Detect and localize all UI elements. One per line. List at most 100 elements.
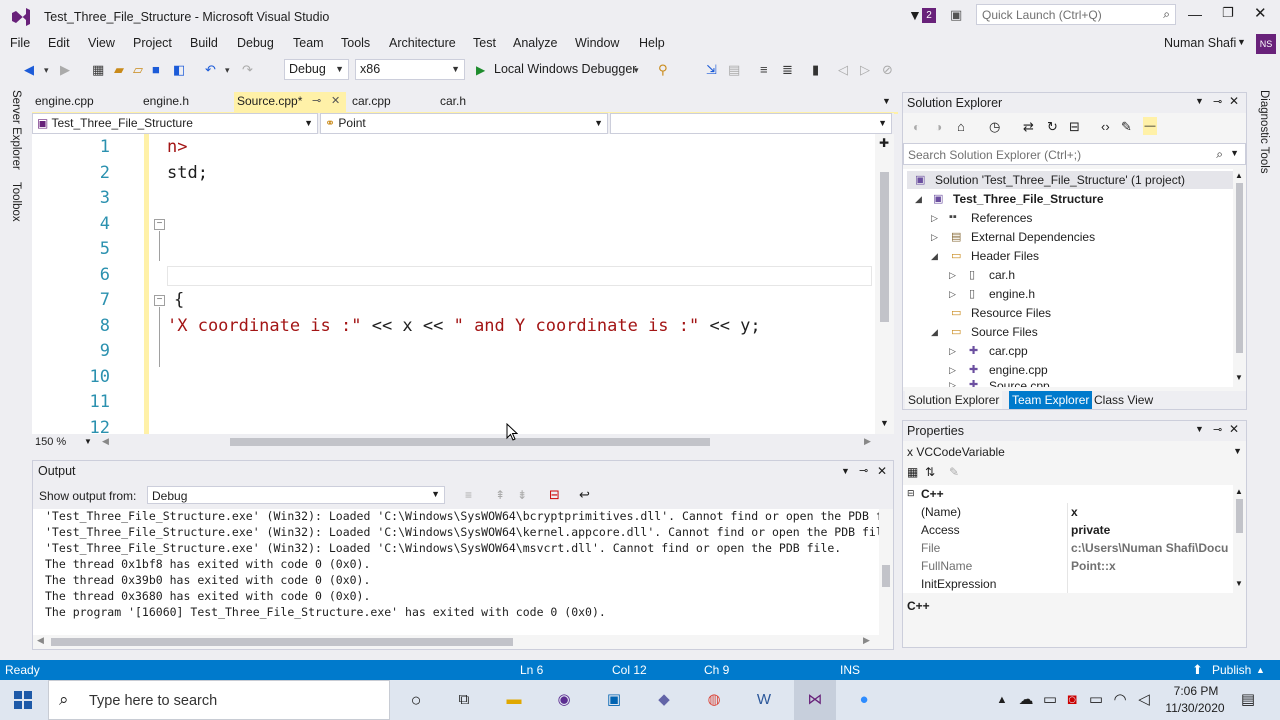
menu-help[interactable]: Help: [639, 36, 665, 50]
tree-engine-h[interactable]: engine.h: [989, 287, 1035, 301]
wifi-icon[interactable]: ◠: [1108, 688, 1132, 712]
home-icon[interactable]: ⌂: [957, 119, 965, 134]
network-tray-icon[interactable]: ▭: [1038, 688, 1062, 712]
menu-file[interactable]: File: [10, 36, 30, 50]
user-name[interactable]: Numan Shafi: [1164, 36, 1236, 50]
prev-bookmark-icon[interactable]: ◁: [838, 62, 848, 78]
windows-start-icon[interactable]: [14, 691, 32, 709]
project-scope-select[interactable]: ▣ Test_Three_File_Structure ▼: [32, 113, 318, 134]
output-text-area[interactable]: 'Test_Three_File_Structure.exe' (Win32):…: [33, 509, 879, 635]
back-icon[interactable]: ◐: [913, 120, 920, 134]
next-message-icon[interactable]: ⇟: [517, 488, 527, 502]
teams-icon[interactable]: ◆: [652, 688, 676, 712]
chevron-down-icon[interactable]: ▼: [1230, 148, 1239, 158]
step-icon[interactable]: ⇲: [706, 62, 717, 78]
publish-button[interactable]: Publish: [1212, 660, 1251, 680]
pane-menu-icon[interactable]: ▼: [1195, 424, 1204, 434]
property-value[interactable]: private: [1071, 523, 1110, 537]
solution-search-input[interactable]: Search Solution Explorer (Ctrl+;) ⌕ ▼: [903, 143, 1246, 165]
collapse-icon[interactable]: −: [154, 295, 165, 306]
clear-bookmarks-icon[interactable]: ⊘: [882, 62, 893, 78]
battery-icon[interactable]: ▭: [1084, 688, 1108, 712]
forward-icon[interactable]: ◑: [935, 120, 942, 134]
word-icon[interactable]: W: [752, 688, 776, 712]
indent-icon[interactable]: ≡: [760, 62, 768, 78]
menu-debug[interactable]: Debug: [237, 36, 274, 50]
scroll-thumb[interactable]: [51, 638, 513, 646]
close-icon[interactable]: ✕: [877, 461, 887, 481]
chevron-up-icon[interactable]: ▲: [1256, 660, 1265, 680]
refresh-icon[interactable]: ↻: [1047, 119, 1058, 135]
eclipse-icon[interactable]: ◉: [552, 688, 576, 712]
tab-engine-cpp[interactable]: engine.cpp: [32, 92, 97, 112]
property-value[interactable]: x: [1071, 505, 1078, 519]
pin-icon[interactable]: ⊸: [1213, 95, 1222, 108]
sync-icon[interactable]: ⇄: [1023, 119, 1034, 135]
properties-icon[interactable]: ✎: [1121, 119, 1132, 135]
scroll-down-icon[interactable]: ▼: [880, 418, 889, 428]
new-project-icon[interactable]: ▦: [92, 62, 104, 78]
save-icon[interactable]: ■: [152, 62, 160, 78]
word-wrap-icon[interactable]: ↩: [579, 487, 590, 503]
property-value[interactable]: Point::x: [1071, 559, 1116, 573]
tree-header-files[interactable]: Header Files: [971, 249, 1039, 263]
feedback-icon[interactable]: ▣: [950, 7, 962, 23]
toolbox-tab[interactable]: Toolbox: [10, 182, 22, 222]
tab-overflow-icon[interactable]: ▼: [882, 96, 891, 106]
tree-car-h[interactable]: car.h: [989, 268, 1015, 282]
property-pages-icon[interactable]: ✎: [949, 465, 959, 479]
start-debugging-icon[interactable]: ▶: [476, 62, 485, 78]
output-vertical-scrollbar[interactable]: [879, 509, 893, 635]
properties-object-select[interactable]: x VCCodeVariable ▼: [903, 443, 1246, 461]
split-icon[interactable]: ✚: [879, 136, 889, 150]
preview-toggle-icon[interactable]: —: [1143, 117, 1157, 135]
find-in-files-icon[interactable]: ⚲: [658, 62, 668, 78]
collapsed-icon[interactable]: ▷: [949, 346, 956, 357]
properties-scrollbar[interactable]: ▲ ▼: [1233, 485, 1246, 593]
pane-menu-icon[interactable]: ▼: [841, 461, 850, 481]
show-hidden-icons[interactable]: ▲: [990, 688, 1014, 712]
tab-source-cpp[interactable]: Source.cpp* ⊸ ✕: [234, 92, 346, 112]
bookmark-icon[interactable]: ▮: [812, 62, 819, 78]
start-debugger-button[interactable]: Local Windows Debugger: [494, 62, 636, 76]
pane-menu-icon[interactable]: ▼: [1195, 96, 1204, 106]
tab-class-view[interactable]: Class View: [1091, 391, 1156, 409]
tab-team-explorer[interactable]: Team Explorer: [1009, 391, 1093, 409]
scroll-up-icon[interactable]: ▲: [1235, 171, 1243, 180]
next-bookmark-icon[interactable]: ▷: [860, 62, 870, 78]
scroll-left-icon[interactable]: ◀: [37, 635, 44, 646]
pin-icon[interactable]: ⊸: [312, 92, 321, 111]
diagnostic-tools-tab[interactable]: Diagnostic Tools: [1258, 90, 1270, 174]
collapsed-icon[interactable]: ▷: [949, 380, 956, 387]
collapse-all-icon[interactable]: ⊟: [1069, 119, 1080, 135]
undo-icon[interactable]: ↶: [205, 62, 216, 78]
pin-icon[interactable]: ⊸: [1213, 423, 1222, 436]
server-explorer-tab[interactable]: Server Explorer: [10, 90, 22, 170]
type-scope-select[interactable]: ⚭ Point ▼: [320, 113, 608, 134]
tree-source-cpp[interactable]: Source.cpp: [989, 379, 1050, 387]
avatar[interactable]: NS: [1256, 34, 1276, 54]
show-all-files-icon[interactable]: ‹›: [1101, 119, 1110, 134]
collapse-icon[interactable]: −: [154, 219, 165, 230]
tab-car-cpp[interactable]: car.cpp: [349, 92, 394, 112]
scroll-thumb[interactable]: [882, 565, 890, 587]
expanded-icon[interactable]: ◢: [915, 194, 922, 205]
onedrive-icon[interactable]: ☁: [1014, 688, 1038, 712]
quick-launch-input[interactable]: Quick Launch (Ctrl+Q) ⌕: [976, 4, 1176, 25]
menu-tools[interactable]: Tools: [341, 36, 370, 50]
publish-icon[interactable]: ⬆: [1192, 660, 1203, 680]
taskbar-search-box[interactable]: ⌕ Type here to search: [48, 680, 390, 720]
output-source-select[interactable]: Debug ▼: [147, 486, 445, 504]
menu-build[interactable]: Build: [190, 36, 218, 50]
filter-icon[interactable]: ▼: [908, 7, 922, 23]
pin-icon[interactable]: ⊸: [859, 461, 868, 481]
expanded-icon[interactable]: ◢: [931, 327, 938, 338]
close-tab-icon[interactable]: ✕: [331, 92, 340, 111]
zoom-dropdown-icon[interactable]: ▼: [84, 437, 92, 446]
scroll-down-icon[interactable]: ▼: [1235, 579, 1243, 588]
scroll-thumb[interactable]: [880, 172, 889, 322]
tab-solution-explorer[interactable]: Solution Explorer: [905, 391, 1003, 409]
zoom-level[interactable]: 150 %: [35, 436, 66, 448]
collapsed-icon[interactable]: ▷: [931, 232, 938, 243]
file-explorer-icon[interactable]: ▬: [502, 688, 526, 712]
